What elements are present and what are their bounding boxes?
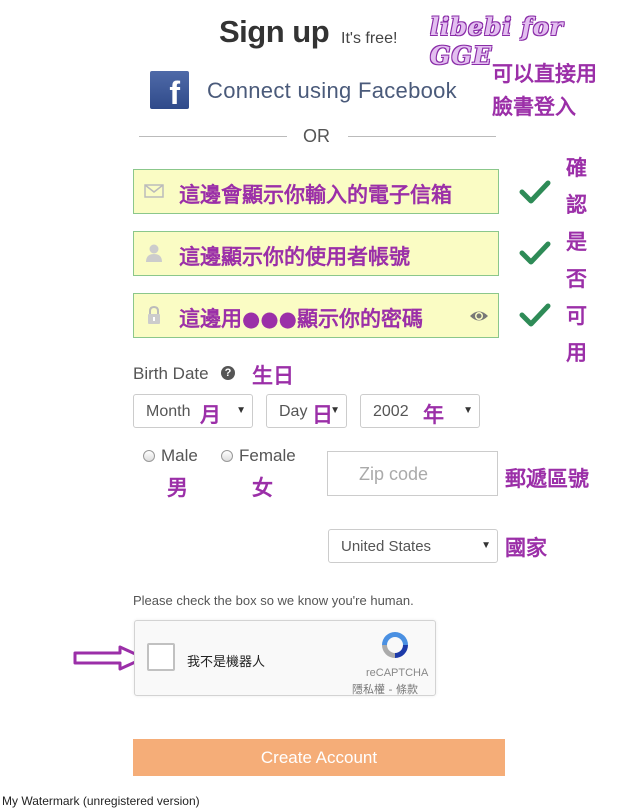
male-radio[interactable] (143, 450, 155, 462)
validation-annotation: 確 認 是 否 可 用 (566, 156, 587, 365)
watermark: My Watermark (unregistered version) (2, 794, 200, 808)
zip-annotation: 郵遞區號 (505, 467, 589, 491)
username-field[interactable]: 這邊顯示你的使用者帳號 (133, 231, 499, 276)
male-label: Male (161, 446, 198, 465)
facebook-connect-link[interactable]: Connect using Facebook (207, 78, 457, 104)
facebook-icon[interactable]: f (150, 71, 189, 109)
chevron-down-icon: ▼ (330, 405, 340, 416)
chevron-down-icon: ▼ (236, 405, 246, 416)
eye-icon[interactable] (469, 306, 489, 326)
page-subtitle: It's free! (341, 30, 398, 47)
year-annotation: 年 (423, 403, 444, 427)
create-account-button[interactable]: Create Account (133, 739, 505, 776)
recaptcha-widget: 我不是機器人 reCAPTCHA 隱私權 - 條款 (134, 620, 436, 696)
birth-year-select[interactable]: 2002 年 ▼ (360, 394, 480, 428)
lock-icon (148, 305, 160, 324)
recaptcha-brand: reCAPTCHA (366, 667, 429, 679)
country-select[interactable]: United States ▼ (328, 529, 498, 563)
username-value: 這邊顯示你的使用者帳號 (179, 245, 410, 269)
recaptcha-checkbox[interactable] (147, 643, 175, 671)
password-valid-checkmark-icon (519, 303, 551, 327)
birth-day-select[interactable]: Day 日 ▼ (266, 394, 347, 428)
help-icon[interactable]: ? (221, 366, 235, 380)
envelope-icon (144, 184, 164, 198)
birth-month-select[interactable]: Month 月 ▼ (133, 394, 253, 428)
birth-date-label: Birth Date (133, 364, 209, 383)
email-value: 這邊會顯示你輸入的電子信箱 (179, 183, 452, 207)
recaptcha-label: 我不是機器人 (187, 655, 266, 670)
divider-left (139, 136, 287, 137)
female-label: Female (239, 446, 296, 465)
recaptcha-logo-icon (382, 632, 408, 658)
divider-label: OR (303, 126, 330, 146)
chevron-down-icon: ▼ (481, 540, 491, 551)
password-value: 這邊用●●●顯示你的密碼 (179, 307, 423, 331)
password-field[interactable]: 這邊用●●●顯示你的密碼 (133, 293, 499, 338)
chevron-down-icon: ▼ (463, 405, 473, 416)
facebook-annotation: 可以直接用 臉書登入 (492, 62, 597, 119)
birth-annotation: 生日 (252, 364, 294, 388)
username-valid-checkmark-icon (519, 241, 551, 265)
user-icon (146, 244, 162, 262)
page-title: Sign up (219, 14, 330, 49)
zip-code-input[interactable]: Zip code (327, 451, 498, 496)
divider-right (348, 136, 496, 137)
female-annotation: 女 (252, 476, 273, 500)
male-annotation: 男 (167, 476, 188, 500)
recaptcha-terms-link[interactable]: 隱私權 - 條款 (352, 681, 418, 697)
email-field[interactable]: 這邊會顯示你輸入的電子信箱 (133, 169, 499, 214)
female-radio[interactable] (221, 450, 233, 462)
month-annotation: 月 (200, 403, 221, 427)
email-valid-checkmark-icon (519, 180, 551, 204)
captcha-prompt: Please check the box so we know you're h… (133, 593, 414, 608)
country-annotation: 國家 (505, 536, 547, 560)
